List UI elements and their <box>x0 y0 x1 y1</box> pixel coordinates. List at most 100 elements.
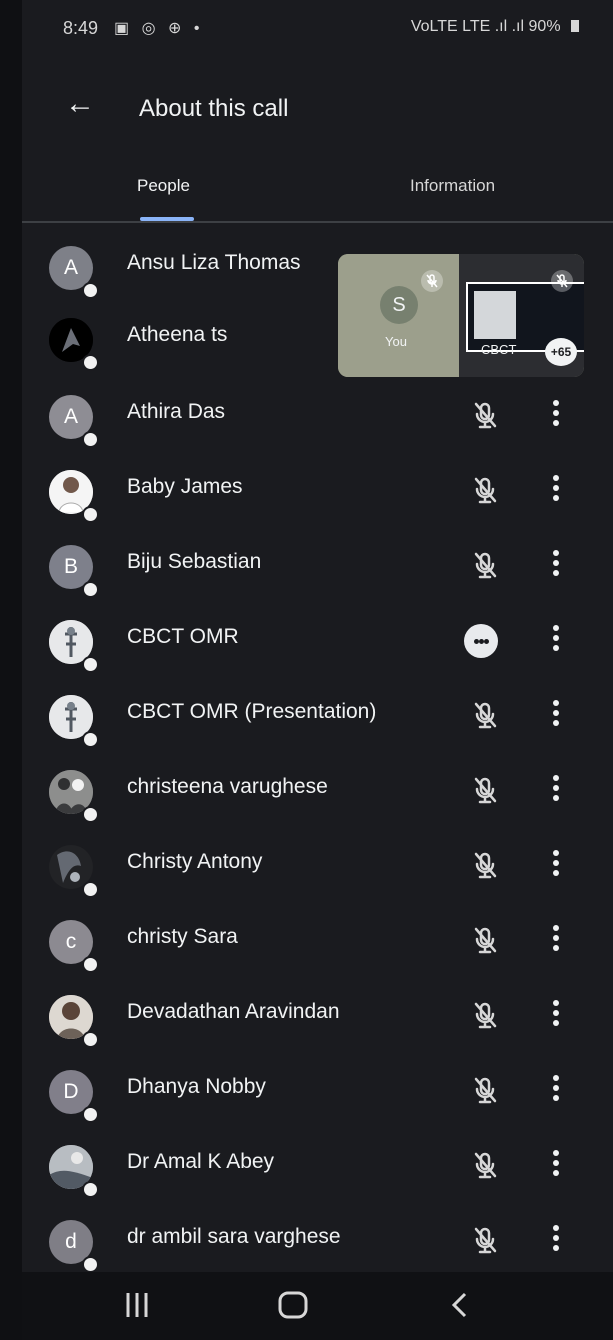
speaking-indicator-icon <box>464 624 498 658</box>
menu-dot <box>553 1245 559 1251</box>
gallery-icon: ▣ <box>114 20 134 37</box>
self-label: You <box>385 334 407 349</box>
menu-dot <box>553 710 559 716</box>
menu-dot <box>553 410 559 416</box>
participant-row: CBCT OMR <box>22 603 613 677</box>
recent-apps-icon[interactable] <box>121 1290 153 1320</box>
mic-off-icon <box>474 702 497 729</box>
presence-dot <box>82 354 99 371</box>
participant-row: Baby James <box>22 453 613 527</box>
participant-row: Dr Amal K Abey <box>22 1128 613 1202</box>
system-navigation-bar <box>22 1272 613 1340</box>
call-preview-pip[interactable]: S You CBCT +65 <box>338 254 584 377</box>
presence-dot <box>82 282 99 299</box>
more-options-icon[interactable] <box>550 396 562 438</box>
tab-divider <box>22 221 613 223</box>
menu-dot <box>553 1235 559 1241</box>
mic-off-icon <box>474 1002 497 1029</box>
xray-thumbnail <box>474 291 516 339</box>
presence-dot <box>82 956 99 973</box>
presenter-preview: CBCT +65 <box>459 254 584 377</box>
status-time: 8:49 <box>63 18 99 38</box>
menu-dot <box>553 870 559 876</box>
menu-dot <box>553 700 559 706</box>
menu-dot <box>553 935 559 941</box>
mic-off-icon <box>474 1152 497 1179</box>
mic-off-icon <box>474 1077 497 1104</box>
more-options-icon[interactable] <box>550 771 562 813</box>
menu-dot <box>553 420 559 426</box>
menu-dot <box>553 1095 559 1101</box>
self-mute-icon <box>421 270 443 292</box>
screen-edge <box>0 0 22 1340</box>
presence-dot <box>82 506 99 523</box>
more-options-icon[interactable] <box>550 996 562 1038</box>
mic-off-icon <box>474 777 497 804</box>
mic-off-icon <box>474 1227 497 1254</box>
participant-name: Biju Sebastian <box>127 550 262 573</box>
more-options-icon[interactable] <box>550 696 562 738</box>
mic-off-icon <box>474 552 497 579</box>
menu-dot <box>553 635 559 641</box>
tab-information[interactable]: Information <box>410 176 495 196</box>
presence-dot <box>82 881 99 898</box>
arrow-left-icon[interactable]: ← <box>65 89 95 119</box>
participant-name: Devadathan Aravindan <box>127 1000 340 1023</box>
home-icon[interactable] <box>276 1290 310 1320</box>
menu-dot <box>553 785 559 791</box>
participant-name: Dhanya Nobby <box>127 1075 266 1098</box>
status-left-icons: ▣ ◎ ⊕ • <box>114 18 203 38</box>
more-options-icon[interactable] <box>550 921 562 963</box>
participant-row: Christy Antony <box>22 828 613 902</box>
presence-dot <box>82 581 99 598</box>
participant-name: christeena varughese <box>127 775 328 798</box>
self-avatar: S <box>380 286 418 324</box>
menu-dot <box>553 550 559 556</box>
participant-row: B Biju Sebastian <box>22 528 613 602</box>
tabs: People Information <box>22 158 613 222</box>
presence-dot <box>82 731 99 748</box>
participant-row: christeena varughese <box>22 753 613 827</box>
participant-name: CBCT OMR (Presentation) <box>127 700 377 723</box>
menu-dot <box>553 1225 559 1231</box>
notification-dot-icon: • <box>193 20 204 37</box>
more-options-icon[interactable] <box>550 846 562 888</box>
whatsapp-icon: ◎ <box>141 20 160 37</box>
presence-dot <box>82 656 99 673</box>
more-options-icon[interactable] <box>550 1071 562 1113</box>
presenter-label: CBCT <box>481 342 517 357</box>
signal-icon: .ıl .ıl <box>494 18 525 35</box>
menu-dot <box>553 1075 559 1081</box>
more-options-icon[interactable] <box>550 621 562 663</box>
menu-dot <box>553 1085 559 1091</box>
participant-row: c christy Sara <box>22 903 613 977</box>
participant-name: CBCT OMR <box>127 625 239 648</box>
menu-dot <box>553 1010 559 1016</box>
more-options-icon[interactable] <box>550 1146 562 1188</box>
menu-dot <box>553 1170 559 1176</box>
menu-dot <box>553 925 559 931</box>
menu-dot <box>553 475 559 481</box>
more-options-icon[interactable] <box>550 471 562 513</box>
participant-row: A Athira Das <box>22 378 613 452</box>
participant-name: dr ambil sara varghese <box>127 1225 341 1248</box>
mic-off-icon <box>474 402 497 429</box>
presence-dot <box>82 1181 99 1198</box>
system-back-icon[interactable] <box>445 1290 475 1320</box>
battery-icon <box>571 20 579 32</box>
menu-dot <box>553 570 559 576</box>
menu-dot <box>553 775 559 781</box>
participant-row: D Dhanya Nobby <box>22 1053 613 1127</box>
menu-dot <box>553 1000 559 1006</box>
grid-globe-icon: ⊕ <box>168 20 186 37</box>
status-bar: 8:49 ▣ ◎ ⊕ • VoLTE LTE .ıl .ıl 90% <box>22 0 613 72</box>
speaking-dot <box>484 639 489 644</box>
menu-dot <box>553 720 559 726</box>
mic-off-icon <box>474 852 497 879</box>
participant-name: Baby James <box>127 475 243 498</box>
more-options-icon[interactable] <box>550 1221 562 1263</box>
tab-people[interactable]: People <box>137 176 190 196</box>
more-options-icon[interactable] <box>550 546 562 588</box>
presence-dot <box>82 1256 99 1273</box>
menu-dot <box>553 945 559 951</box>
